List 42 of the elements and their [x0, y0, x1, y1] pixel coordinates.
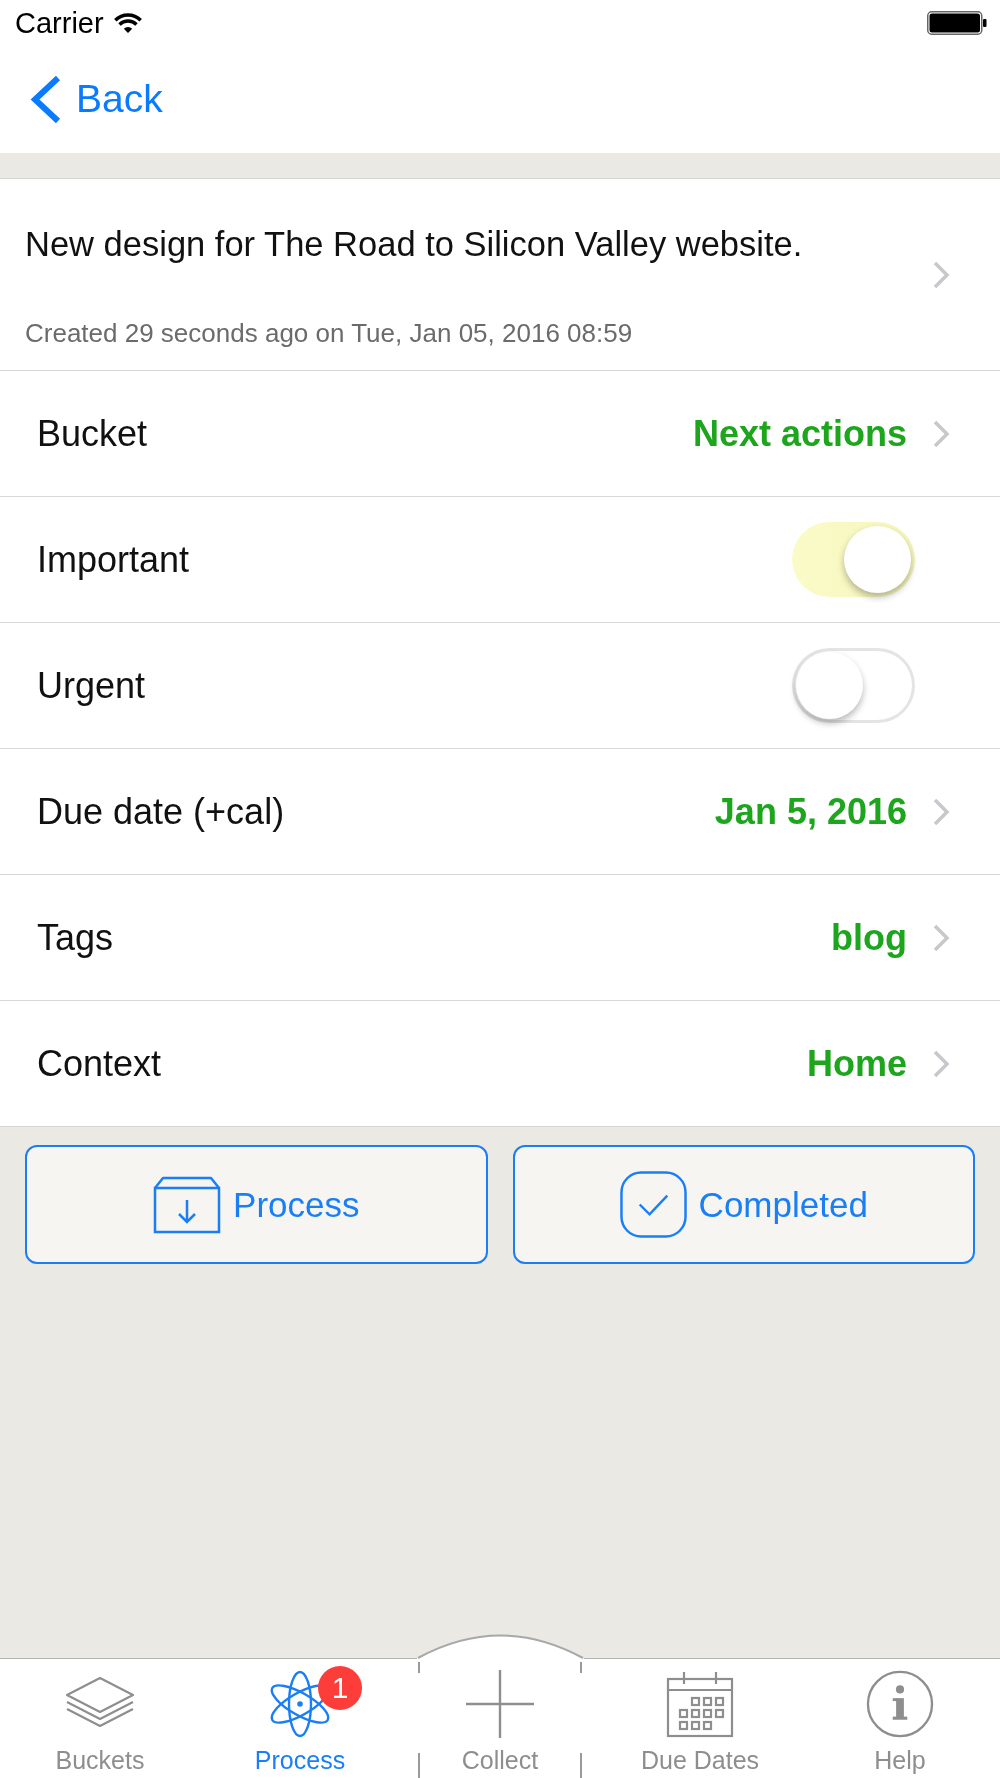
action-button[interactable]: Process	[25, 1145, 488, 1264]
field-label: Important	[37, 538, 190, 581]
disclosure-row[interactable]: Due date (+cal) Jan 5, 2016	[0, 749, 1000, 875]
chevron-icon	[932, 259, 950, 290]
note-title: New design for The Road to Silicon Valley website.	[25, 224, 803, 264]
toggle-switch[interactable]	[792, 522, 915, 597]
toggle-switch[interactable]	[792, 648, 915, 723]
chevron-icon	[932, 1048, 950, 1079]
tray-arrow-icon	[153, 1175, 222, 1234]
battery-icon	[927, 10, 987, 35]
field-label: Context	[37, 1042, 162, 1085]
notification-badge: 1	[318, 1666, 362, 1710]
chevron-icon	[30, 74, 61, 124]
disclosure-row[interactable]: Bucket Next actions	[0, 371, 1000, 497]
note-row[interactable]: New design for The Road to Silicon Valley website. Created 29 seconds ago on Tue, Jan 05, 2016 08:59	[0, 179, 1000, 371]
tab-item[interactable]: Process 1	[200, 1659, 400, 1778]
plus-icon	[466, 1670, 534, 1738]
tab-item[interactable]: Help	[800, 1659, 1000, 1778]
back-button[interactable]: Back	[30, 74, 163, 124]
action-button[interactable]: Completed	[512, 1145, 975, 1264]
field-value: blog	[831, 916, 907, 959]
carrier-text: Carrier	[15, 5, 104, 40]
field-label: Urgent	[37, 664, 146, 707]
field-label: Bucket	[37, 412, 148, 455]
atom-icon	[268, 1670, 332, 1738]
field-label: Tags	[37, 916, 114, 959]
chevron-icon	[932, 796, 950, 827]
chevron-icon	[932, 922, 950, 953]
created-text: Created 29 seconds ago on Tue, Jan 05, 2016 08:59	[25, 318, 633, 348]
field-value: Jan 5, 2016	[714, 790, 907, 833]
calendar-icon	[666, 1670, 734, 1738]
disclosure-row[interactable]: Tags blog	[0, 875, 1000, 1001]
wifi-icon	[112, 11, 143, 34]
disclosure-row[interactable]: Context Home	[0, 1001, 1000, 1126]
chevron-icon	[932, 418, 950, 449]
info-icon	[866, 1670, 934, 1738]
tab-item[interactable]: Buckets	[0, 1659, 200, 1778]
field-value: Home	[806, 1042, 907, 1085]
check-square-icon	[619, 1171, 687, 1238]
field-value: Next actions	[692, 412, 907, 455]
tab-item[interactable]: Due Dates	[600, 1659, 800, 1778]
field-label: Due date (+cal)	[37, 790, 285, 833]
